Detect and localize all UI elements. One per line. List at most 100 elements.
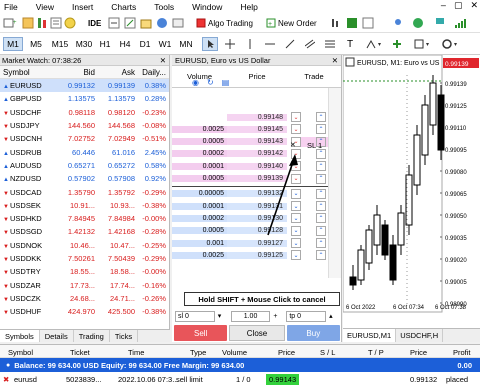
menu-tools[interactable]: Tools xyxy=(145,2,183,12)
ide-button[interactable]: IDE xyxy=(88,16,101,30)
order-row[interactable]: ✖ eurusd 5023839... 2022.10.06 07:3... s… xyxy=(0,372,480,387)
market-watch-row[interactable]: ▲GBPUSD 1.13575 1.13579 0.28% xyxy=(0,92,169,105)
dom-refresh-icon[interactable]: ↻ xyxy=(207,78,214,87)
dom-ask-row[interactable]: 0.0001 0.99140 ⌄ ⌃ xyxy=(172,160,328,172)
tp-field[interactable]: tp 0 xyxy=(286,310,327,322)
chevron-up-icon[interactable]: ⌃ xyxy=(316,250,326,261)
dom-settings-icon[interactable]: ◉ xyxy=(192,78,199,87)
menu-help[interactable]: Help xyxy=(231,2,266,12)
th-volume[interactable]: Volume xyxy=(222,348,247,357)
chevron-up-icon[interactable]: ⌃ xyxy=(316,173,326,184)
tf-m15[interactable]: M15 xyxy=(48,37,72,51)
chevron-down-icon[interactable]: ▾ xyxy=(218,312,228,320)
market-watch-row[interactable]: ▼USDSGD 1.42132 1.42168 -0.28% xyxy=(0,225,169,238)
th-sl[interactable]: S / L xyxy=(320,348,335,357)
data-window-button[interactable] xyxy=(50,16,62,30)
th-current-price[interactable]: Price xyxy=(410,348,427,357)
market-watch-row[interactable]: ▼USDNOK 10.46... 10.47... -0.25% xyxy=(0,239,169,252)
tf-h4[interactable]: H4 xyxy=(116,37,134,51)
th-symbol[interactable]: Symbol xyxy=(8,348,33,357)
tab-chart-usdchf[interactable]: USDCHF,H xyxy=(396,329,444,342)
col-ask-header[interactable]: Ask xyxy=(95,68,135,77)
community-button[interactable] xyxy=(156,16,168,30)
sl-field[interactable]: sl 0 xyxy=(175,310,215,322)
chevron-up-icon[interactable]: ⌃ xyxy=(316,213,326,224)
market-watch-row[interactable]: ▼USDCZK 24.68... 24.71... -0.26% xyxy=(0,292,169,305)
col-daily-header[interactable]: Daily... xyxy=(135,68,168,77)
shapes-tool[interactable] xyxy=(362,37,386,51)
chevron-up-icon[interactable]: ⌃ xyxy=(316,112,326,122)
chevron-up-icon[interactable]: ▴ xyxy=(329,312,339,320)
menu-file[interactable]: File xyxy=(0,2,27,12)
vertical-line-tool[interactable] xyxy=(242,37,258,51)
maximize-button[interactable]: ▢ xyxy=(454,0,463,11)
new-chart-button[interactable]: + xyxy=(3,16,17,30)
price-chart[interactable]: EURUSD, M1: Euro vs US 0.99139 0.99125 0.99… xyxy=(342,54,480,342)
new-order-button[interactable]: + New Order xyxy=(266,16,317,30)
algo-trading-button[interactable]: Algo Trading xyxy=(196,16,253,30)
chevron-down-icon[interactable]: ⌄ xyxy=(291,112,301,122)
level-button[interactable] xyxy=(434,16,446,30)
dom-bid-row[interactable]: 0.00005 0.99132 ⌄ ⌃ xyxy=(172,188,328,200)
th-profit[interactable]: Profit xyxy=(453,348,471,357)
dom-bid-row[interactable]: 0.0001 0.99131 ⌄ ⌃ xyxy=(172,200,328,212)
chevron-down-icon[interactable]: ⌄ xyxy=(291,124,301,135)
sell-button[interactable]: Sell xyxy=(174,325,228,341)
dom-scrollbar[interactable] xyxy=(328,88,341,278)
strategy-tester-button[interactable] xyxy=(124,16,136,30)
col-symbol-header[interactable]: Symbol xyxy=(0,68,55,77)
dom-chart-icon[interactable]: ▤ xyxy=(222,78,230,87)
close-icon[interactable]: ✕ xyxy=(160,56,169,65)
th-type[interactable]: Type xyxy=(190,348,206,357)
chevron-up-icon[interactable]: ⌃ xyxy=(316,161,326,172)
chevron-up-icon[interactable]: ⌃ xyxy=(316,201,326,212)
terminal-button[interactable] xyxy=(108,16,120,30)
text-tool[interactable]: T xyxy=(342,37,358,51)
tf-h1[interactable]: H1 xyxy=(96,37,114,51)
chevron-down-icon[interactable]: ⌄ xyxy=(291,201,301,212)
chart-canvas[interactable]: EURUSD, M1: Euro vs US 0.99139 0.99125 0.99… xyxy=(342,54,480,327)
buy-button[interactable]: Buy xyxy=(286,325,340,341)
cancel-order-icon[interactable]: ✕ xyxy=(290,141,296,149)
tab-ticks[interactable]: Ticks xyxy=(110,330,139,342)
add-indicator-tool[interactable] xyxy=(388,37,406,51)
market-watch-row[interactable]: ▼USDDKK 7.50261 7.50439 -0.29% xyxy=(0,252,169,265)
dom-bid-row[interactable]: 0.0002 0.99130 ⌄ ⌃ xyxy=(172,212,328,224)
profiles-button[interactable] xyxy=(22,16,34,30)
col-bid-header[interactable]: Bid xyxy=(55,68,95,77)
close-button[interactable]: ✕ xyxy=(470,0,478,11)
tf-m30[interactable]: M30 xyxy=(72,37,96,51)
market-watch-row[interactable]: ▼USDHKD 7.84945 7.84984 -0.00% xyxy=(0,212,169,225)
dom-bid-row[interactable]: 0.0025 0.99125 ⌄ ⌃ xyxy=(172,249,328,261)
chevron-up-icon[interactable]: ⌃ xyxy=(316,124,326,135)
navigator-button[interactable] xyxy=(64,16,76,30)
tab-details[interactable]: Details xyxy=(40,330,74,342)
menu-window[interactable]: Window xyxy=(183,2,231,12)
chevron-down-icon[interactable]: ⌄ xyxy=(291,161,301,172)
chevron-down-icon[interactable]: ⌄ xyxy=(291,213,301,224)
chevron-up-icon[interactable]: ⌃ xyxy=(316,188,326,199)
th-time[interactable]: Time xyxy=(128,348,144,357)
chevron-up-icon[interactable]: ⌃ xyxy=(316,238,326,248)
th-ticket[interactable]: Ticket xyxy=(70,348,90,357)
menu-charts[interactable]: Charts xyxy=(102,2,145,12)
profile-button[interactable] xyxy=(392,16,404,30)
menu-view[interactable]: View xyxy=(27,2,63,12)
chart-properties-tool[interactable] xyxy=(438,37,462,51)
dom-ask-row[interactable]: 0.0025 0.99145 ⌄ ⌃ xyxy=(172,123,328,135)
market-watch-row[interactable]: ▼USDSEK 10.91... 10.93... -0.38% xyxy=(0,199,169,212)
dom-ask-row[interactable]: 0.0002 0.99142 ⌄ ⌃ xyxy=(172,148,328,160)
chart-settings-button[interactable] xyxy=(330,16,342,30)
tf-mn[interactable]: MN xyxy=(176,37,196,51)
chevron-down-icon[interactable]: ⌄ xyxy=(291,148,301,159)
market-watch-row[interactable]: ▼USDCNH 7.02752 7.02949 -0.51% xyxy=(0,132,169,145)
tab-trading[interactable]: Trading xyxy=(74,330,110,342)
tab-symbols[interactable]: Symbols xyxy=(0,330,40,342)
chevron-down-icon[interactable]: ⌄ xyxy=(291,225,301,236)
dom-bid-row[interactable]: 0.0005 0.99128 ⌄ ⌃ xyxy=(172,225,328,237)
market-watch-row[interactable]: ▼USDZAR 17.73... 17.74... -0.16% xyxy=(0,278,169,291)
trading-history-button[interactable] xyxy=(362,16,374,30)
balance-row[interactable]: ● Balance: 99 634.00 USD Equity: 99 634.… xyxy=(0,358,480,372)
channel-tool[interactable] xyxy=(302,37,318,51)
signals-button[interactable] xyxy=(140,16,152,30)
